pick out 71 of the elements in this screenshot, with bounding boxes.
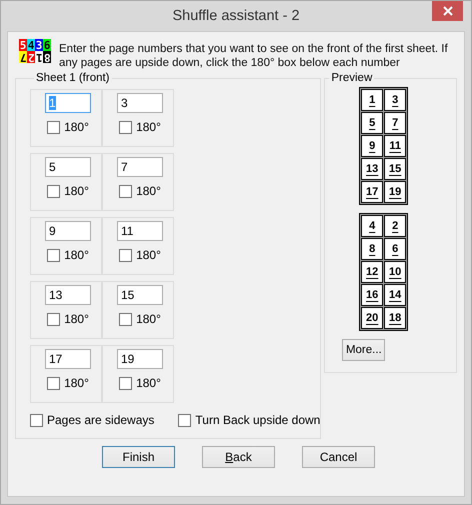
preview-page: 7 xyxy=(384,112,406,134)
rotate-label: 180° xyxy=(136,376,161,390)
preview-page: 16 xyxy=(361,284,384,306)
preview-page: 1 xyxy=(361,89,384,111)
rotate-label: 180° xyxy=(64,184,89,198)
rotate-checkbox[interactable] xyxy=(47,312,60,326)
rotate-label: 180° xyxy=(136,248,161,262)
logo-tile: 1 xyxy=(35,51,43,63)
preview-page: 13 xyxy=(361,158,384,180)
rotate-label: 180° xyxy=(64,312,89,326)
window-title: Shuffle assistant - 2 xyxy=(172,8,300,24)
preview-page: 14 xyxy=(384,284,406,306)
rotate-label: 180° xyxy=(64,376,89,390)
preview-page: 18 xyxy=(384,307,406,329)
group-title: Preview xyxy=(330,72,374,84)
page-number-field[interactable]: 5 xyxy=(45,157,91,177)
rotate-label: 180° xyxy=(136,312,161,326)
instructions-text: Enter the page numbers that you want to see on the front of the first sheet. If any pages are upside down, click the 180° box below each number xyxy=(59,42,449,70)
page-number-field[interactable]: 19 xyxy=(117,349,163,369)
preview-page: 20 xyxy=(361,307,384,329)
page-number-field[interactable]: 13 xyxy=(45,285,91,305)
preview-page: 4 xyxy=(361,215,384,237)
option-checkbox[interactable] xyxy=(30,414,43,426)
preview-page: 3 xyxy=(384,89,406,111)
logo-tile: 6 xyxy=(43,39,51,51)
dialog-button[interactable]: Finish xyxy=(102,446,175,468)
rotate-label: 180° xyxy=(64,248,89,262)
preview-page: 5 xyxy=(361,112,384,134)
close-icon xyxy=(442,6,452,16)
rotate-checkbox[interactable] xyxy=(47,248,60,262)
logo-tile: 7 xyxy=(19,51,27,63)
rotate-checkbox[interactable] xyxy=(47,376,60,390)
dialog-button[interactable]: Back xyxy=(202,446,275,468)
logo-tile: 2 xyxy=(27,51,35,63)
logo-tile: 5 xyxy=(19,39,27,51)
logo-tile: 4 xyxy=(27,39,35,51)
page-number-field[interactable]: 3 xyxy=(117,93,163,113)
preview-page: 2 xyxy=(384,215,406,237)
page-number-field[interactable]: 15 xyxy=(117,285,163,305)
logo-tile: 8 xyxy=(43,51,51,63)
preview-page: 15 xyxy=(384,158,406,180)
preview-page: 12 xyxy=(361,261,384,283)
rotate-checkbox[interactable] xyxy=(119,376,132,390)
rotate-checkbox[interactable] xyxy=(119,184,132,198)
dialog-button[interactable]: Cancel xyxy=(302,446,375,468)
preview-page: 19 xyxy=(384,181,406,203)
group-title: Sheet 1 (front) xyxy=(35,72,111,84)
rotate-checkbox[interactable] xyxy=(119,312,132,326)
logo-tile: 3 xyxy=(35,39,43,51)
rotate-checkbox[interactable] xyxy=(119,248,132,262)
rotate-checkbox[interactable] xyxy=(47,120,60,134)
preview-page: 6 xyxy=(384,238,406,260)
option-label: Pages are sideways xyxy=(47,413,154,427)
option-label: Turn Back upside down xyxy=(195,413,320,427)
close-button[interactable] xyxy=(432,1,463,21)
page-number-field[interactable]: 9 xyxy=(45,221,91,241)
preview-page: 9 xyxy=(361,135,384,157)
page-number-field[interactable]: 17 xyxy=(45,349,91,369)
rotate-checkbox[interactable] xyxy=(47,184,60,198)
rotate-label: 180° xyxy=(136,184,161,198)
preview-page: 10 xyxy=(384,261,406,283)
more-button[interactable]: More... xyxy=(342,339,386,361)
preview-page: 11 xyxy=(384,135,406,157)
page-number-field[interactable]: 11 xyxy=(117,221,163,241)
option-checkbox[interactable] xyxy=(178,414,192,426)
rotate-label: 180° xyxy=(64,120,89,134)
rotate-label: 180° xyxy=(136,120,161,134)
page-number-field[interactable]: 7 xyxy=(117,157,163,177)
preview-page: 8 xyxy=(361,238,384,260)
rotate-checkbox[interactable] xyxy=(119,120,132,134)
preview-page: 17 xyxy=(361,181,384,203)
